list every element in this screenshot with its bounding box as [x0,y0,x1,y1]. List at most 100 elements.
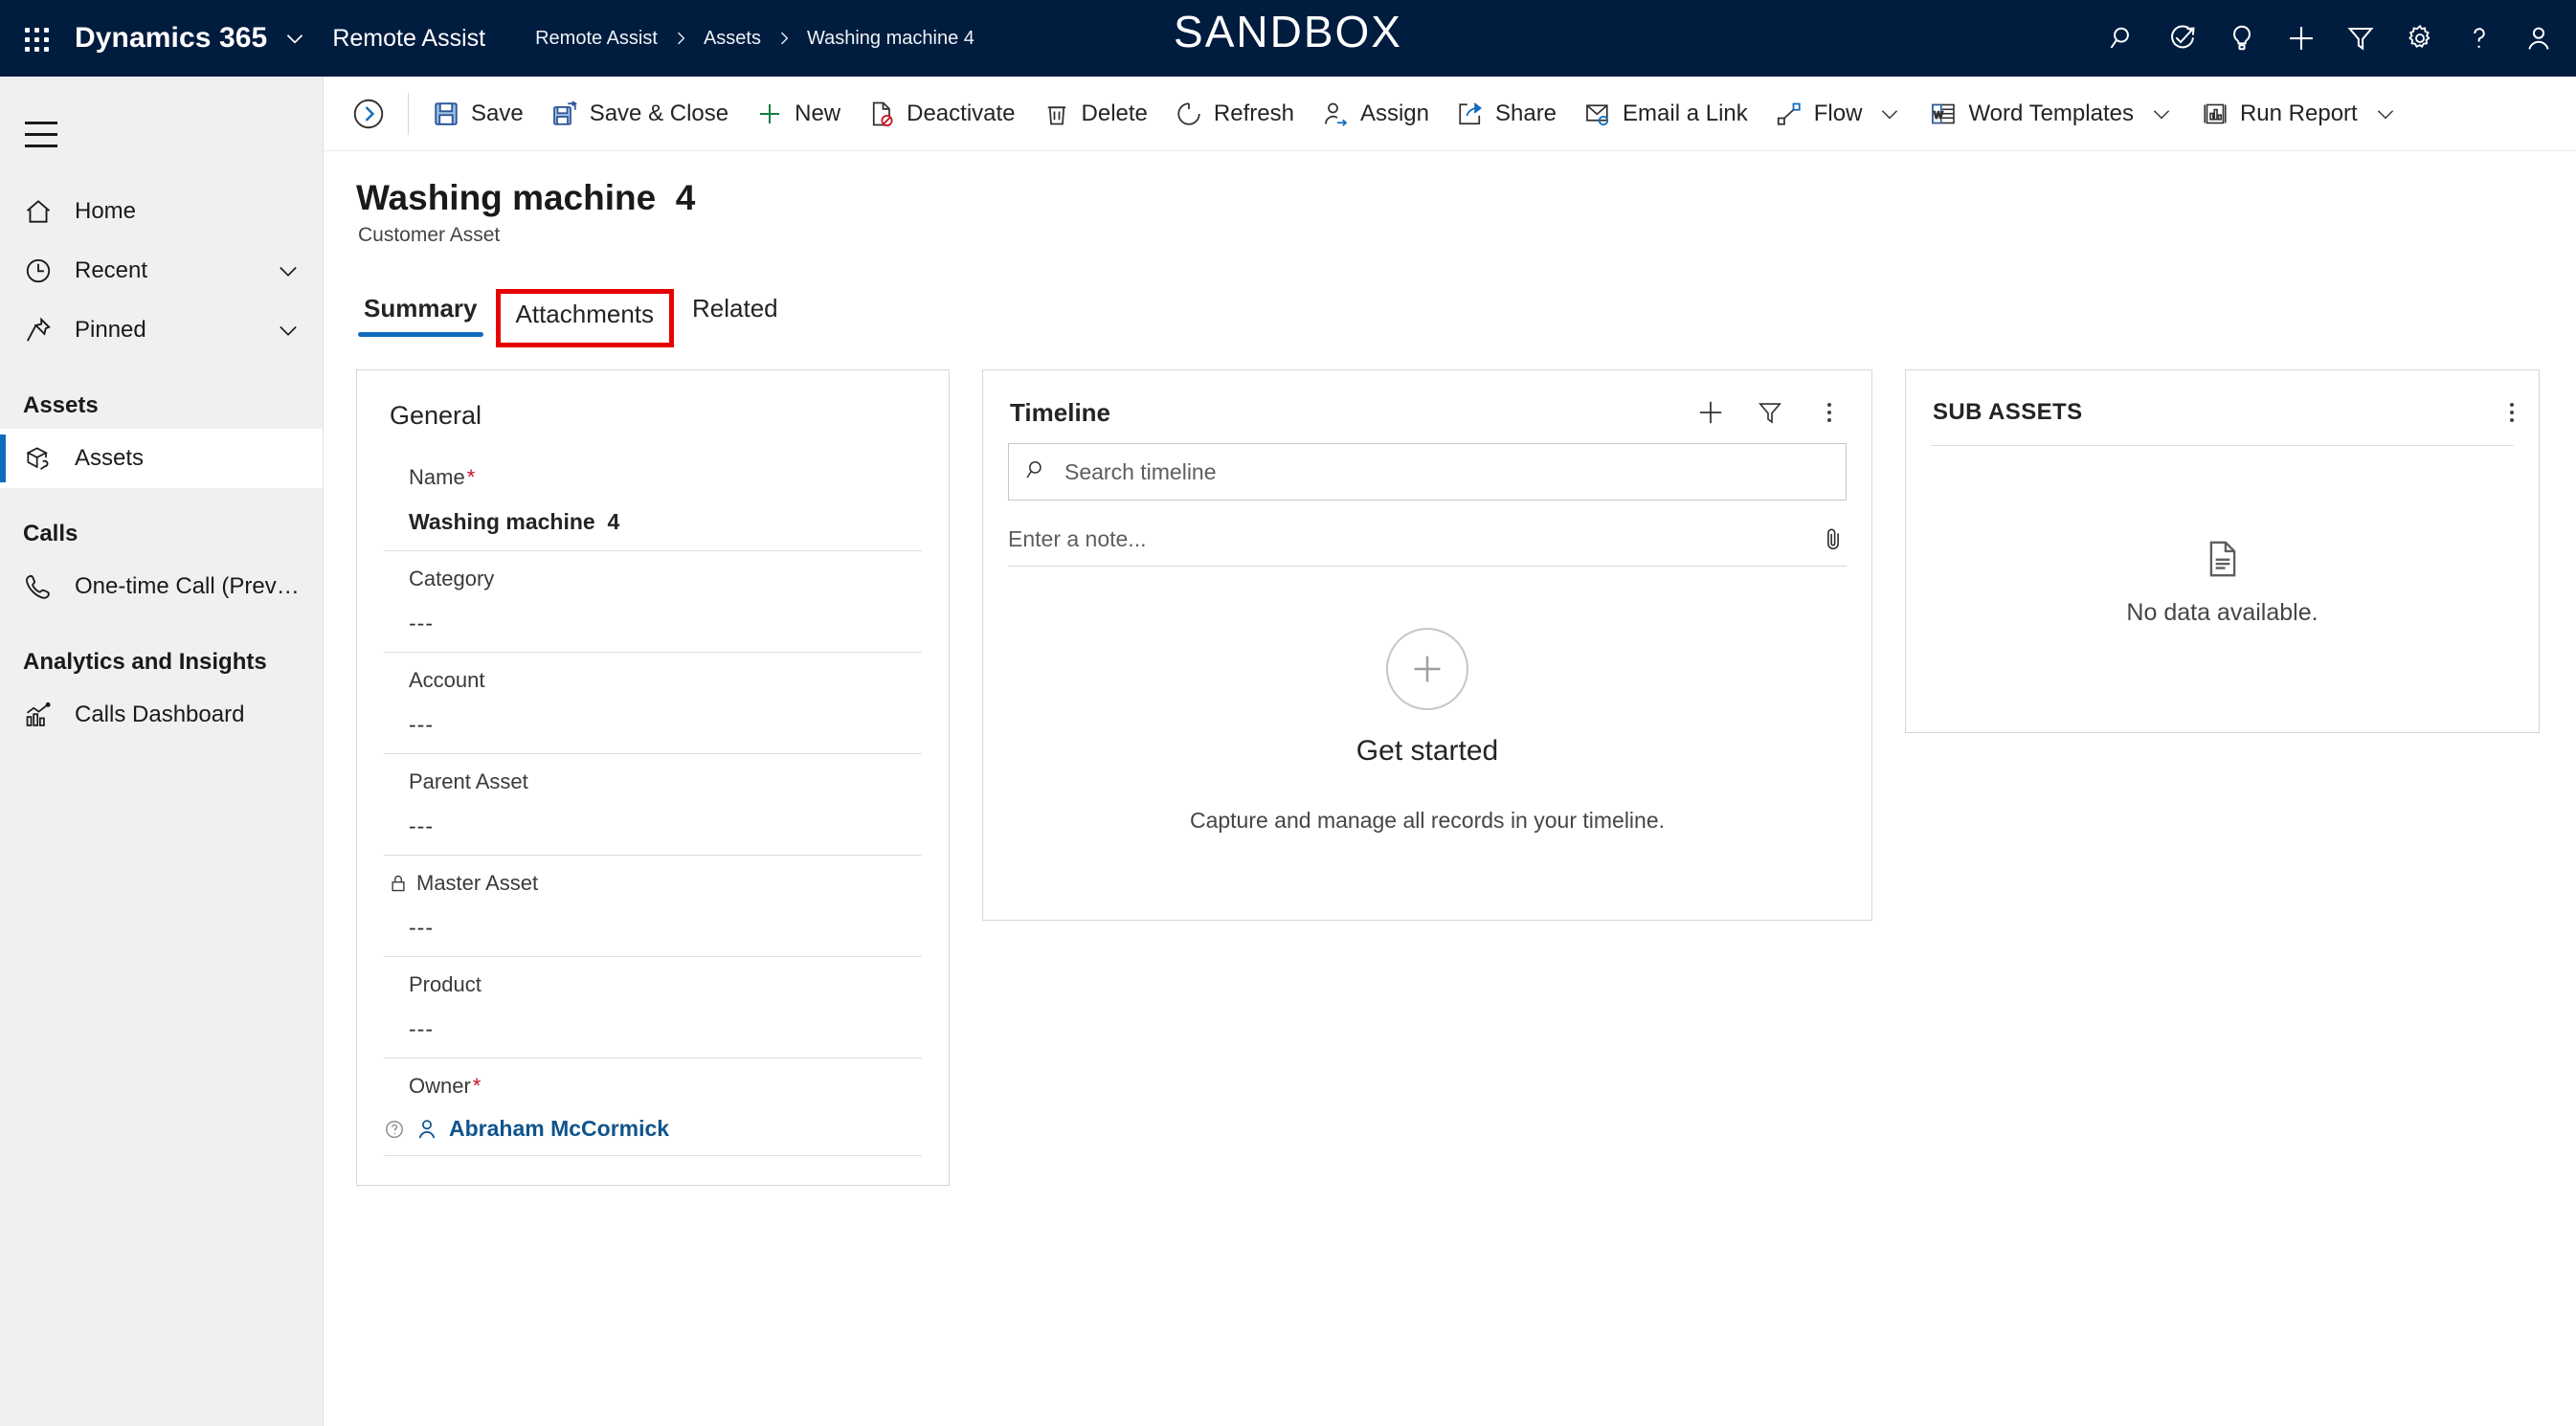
sidebar-group-calls: Calls [23,521,78,546]
filter-icon[interactable] [1753,395,1787,430]
refresh-label: Refresh [1213,100,1294,126]
expand-pane-icon[interactable] [345,90,392,138]
phone-icon [23,571,67,602]
user-avatar-icon[interactable] [2509,9,2568,68]
sidebar-group-assets: Assets [23,392,99,418]
search-icon[interactable] [2094,9,2153,68]
field-account: Account --- [384,653,922,753]
breadcrumb-chevron-right-icon-2 [774,29,794,48]
run-report-button[interactable]: Run Report [2187,87,2411,141]
field-value-owner[interactable]: Abraham McCormick [384,1099,922,1155]
chevron-down-icon-pinned[interactable] [275,317,302,344]
sidebar-item-home[interactable]: Home [0,182,323,241]
refresh-button[interactable]: Refresh [1161,87,1308,141]
deactivate-button[interactable]: Deactivate [854,87,1028,141]
field-label-parent-asset: Parent Asset [409,769,528,793]
required-asterisk-name: * [466,465,476,489]
search-timeline-field[interactable] [1008,443,1847,501]
chevron-down-icon-run-report[interactable] [2373,101,2398,126]
more-commands-icon[interactable] [2510,403,2514,422]
chart-icon [23,700,67,730]
owner-name-link[interactable]: Abraham McCormick [449,1116,669,1142]
help-icon[interactable] [2450,9,2509,68]
chevron-down-icon-word-templates[interactable] [2149,101,2174,126]
field-master-asset: Master Asset --- [384,856,922,956]
command-bar-divider [408,92,409,135]
field-value-name[interactable]: Washing machine 4 [409,490,922,550]
enter-a-note-field[interactable]: Enter a note... [1008,525,1847,567]
run-report-label: Run Report [2239,100,2358,126]
search-timeline-input[interactable] [1063,457,1830,486]
asset-box-icon [23,443,67,474]
email-a-link-button[interactable]: Email a Link [1570,87,1761,141]
tab-related[interactable]: Related [683,294,788,337]
sub-assets-header: SUB ASSETS [1906,370,2539,445]
field-label-owner: Owner * [409,1058,922,1099]
field-value-product[interactable]: --- [409,997,922,1058]
lock-icon [388,873,409,894]
breadcrumb-item-1[interactable]: Assets [704,28,761,50]
add-timeline-icon[interactable] [1693,395,1728,430]
general-section-title: General [390,401,482,430]
sidebar-item-assets[interactable]: Assets [0,429,323,488]
app-name: Remote Assist [332,24,486,52]
tab-summary[interactable]: Summary [354,294,487,337]
assign-person-icon [1321,100,1350,128]
chevron-down-icon-recent[interactable] [275,257,302,284]
run-report-icon [2201,100,2229,128]
delete-label: Delete [1081,100,1148,126]
sidebar-item-one-time-call[interactable]: One-time Call (Previe... [0,557,323,616]
page-title: Washing machine 4 [356,178,696,217]
tab-attachments[interactable]: Attachments [495,289,674,347]
plus-icon[interactable] [2272,9,2331,68]
save-button[interactable]: Save [418,87,537,141]
sidebar-item-label-calls-dashboard: Calls Dashboard [75,702,245,727]
sidebar-item-calls-dashboard[interactable]: Calls Dashboard [0,685,323,745]
share-icon [1456,100,1485,128]
field-parent-asset: Parent Asset --- [384,754,922,855]
sidebar-item-pinned[interactable]: Pinned [0,301,323,360]
word-templates-button[interactable]: W Word Templates [1915,87,2187,141]
field-value-category[interactable]: --- [409,591,922,652]
flow-button[interactable]: Flow [1761,87,1916,141]
form-tabs: Summary Attachments Related [354,276,2576,347]
deactivate-icon [867,100,896,128]
breadcrumb-item-current: Washing machine 4 [806,27,974,49]
assign-button[interactable]: Assign [1308,87,1443,141]
sub-assets-empty-text: No data available. [2126,599,2318,626]
clock-icon [23,256,67,286]
timeline-empty-heading: Get started [1355,735,1499,767]
deactivate-label: Deactivate [907,100,1016,126]
gear-icon[interactable] [2390,9,2450,68]
lightbulb-icon[interactable] [2212,9,2272,68]
document-icon [1906,538,2539,580]
filter-icon[interactable] [2331,9,2390,68]
save-and-close-button[interactable]: Save & Close [537,87,742,141]
info-circle-icon[interactable] [384,1119,405,1140]
pin-icon [23,315,67,345]
new-button[interactable]: New [742,87,854,141]
refresh-icon [1175,100,1203,128]
delete-button[interactable]: Delete [1029,87,1161,141]
required-asterisk-owner: * [472,1074,482,1098]
hamburger-menu-icon[interactable] [25,107,78,161]
email-link-icon [1583,100,1612,128]
add-record-circle-icon[interactable] [1386,628,1468,710]
sidebar-item-recent[interactable]: Recent [0,241,323,301]
record-form-content: Washing machine 4 Customer Asset Summary… [324,151,2576,1426]
more-commands-icon[interactable] [1812,395,1847,430]
diagnostics-icon[interactable] [2153,9,2212,68]
chevron-down-icon-flow[interactable] [1877,101,1902,126]
breadcrumb-item-0[interactable]: Remote Assist [535,28,658,50]
word-templates-label: Word Templates [1968,100,2134,126]
paperclip-icon[interactable] [1820,525,1847,552]
brand-chevron-down-icon[interactable] [282,26,307,51]
app-launcher-icon[interactable] [13,16,57,60]
top-bar-actions [2094,0,2568,77]
sub-assets-empty-state: No data available. [1906,446,2539,732]
field-value-parent-asset[interactable]: --- [409,794,922,855]
field-value-master-asset: --- [409,915,434,940]
svg-text:W: W [1935,110,1944,121]
field-value-account[interactable]: --- [409,693,922,753]
share-button[interactable]: Share [1443,87,1570,141]
